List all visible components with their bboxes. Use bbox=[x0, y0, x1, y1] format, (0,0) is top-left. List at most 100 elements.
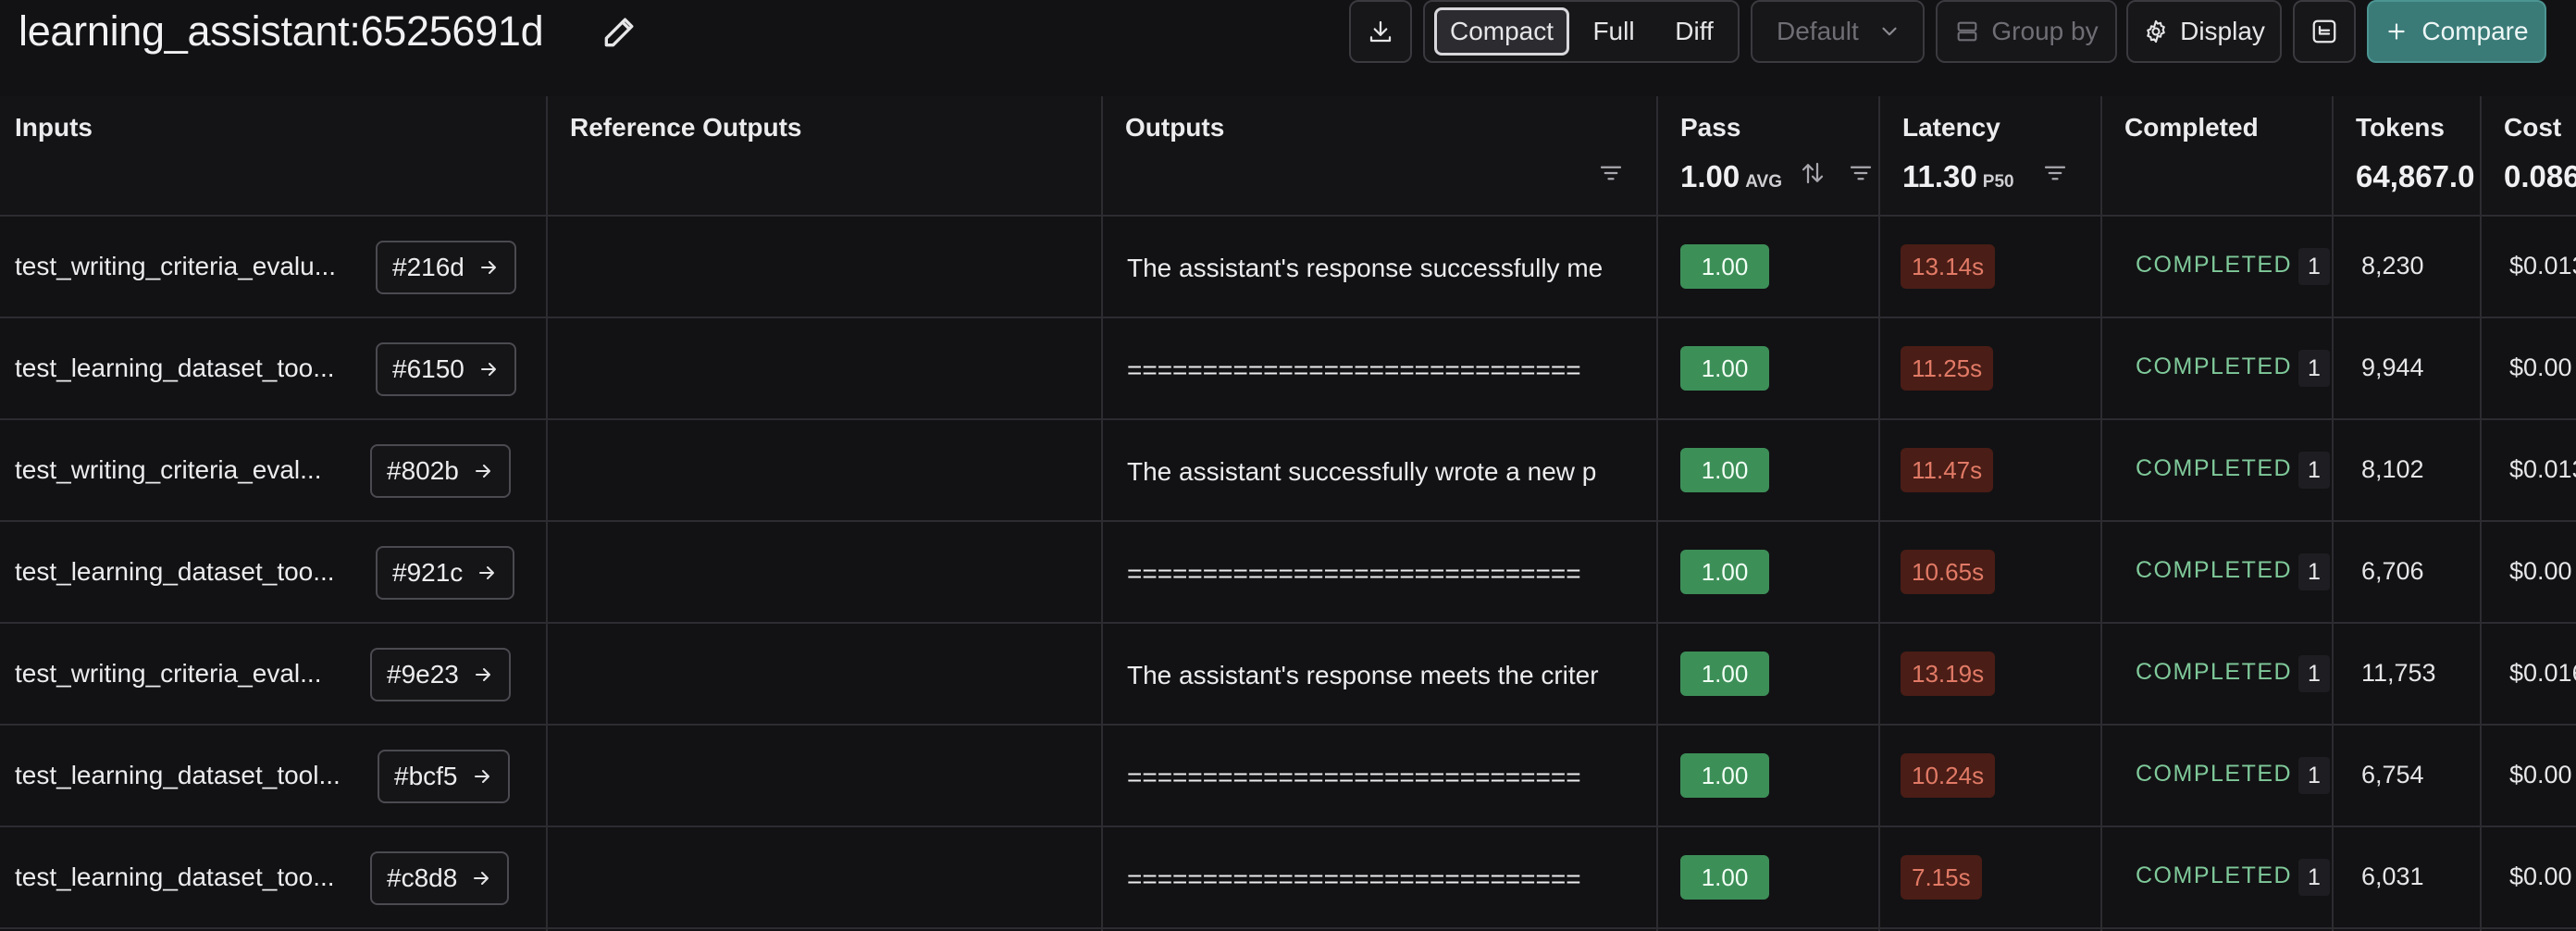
status-count: 1 bbox=[2298, 655, 2330, 692]
table-row[interactable]: test_writing_criteria_evalu... #216d The a… bbox=[0, 217, 2576, 318]
group-by-label: Group by bbox=[1991, 17, 2099, 45]
open-run-button[interactable]: #921c bbox=[376, 546, 515, 600]
status-badge: COMPLETED bbox=[2136, 252, 2293, 278]
tree-view-button[interactable] bbox=[2293, 0, 2356, 63]
latency-badge: 10.65s bbox=[1901, 550, 1996, 594]
sort-icon[interactable] bbox=[1799, 159, 1827, 187]
run-id: #6150 bbox=[392, 354, 464, 383]
input-name: test_learning_dataset_too... bbox=[15, 354, 335, 382]
cost-value: $0.016 bbox=[2509, 659, 2576, 687]
input-name: test_writing_criteria_eval... bbox=[15, 659, 322, 688]
arrow-right-icon bbox=[480, 363, 496, 376]
latency-badge: 13.19s bbox=[1901, 652, 1996, 696]
column-divider[interactable] bbox=[546, 96, 548, 931]
page-title: learning_assistant:6525691d bbox=[19, 7, 544, 55]
download-button[interactable] bbox=[1349, 0, 1412, 63]
column-divider[interactable] bbox=[2100, 96, 2102, 931]
pass-average-unit: AVG bbox=[1745, 172, 1782, 192]
open-run-button[interactable]: #216d bbox=[376, 241, 516, 294]
column-divider[interactable] bbox=[1656, 96, 1658, 931]
input-name: test_learning_dataset_too... bbox=[15, 557, 335, 586]
column-header-outputs[interactable]: Outputs bbox=[1125, 113, 1224, 143]
column-divider[interactable] bbox=[1101, 96, 1103, 931]
table-row[interactable]: test_writing_criteria_eval... #9e23 The as… bbox=[0, 624, 2576, 726]
status-badge: COMPLETED bbox=[2136, 659, 2293, 685]
output-text: ============================== bbox=[1127, 763, 1581, 791]
token-count: 6,754 bbox=[2361, 761, 2424, 788]
latency-badge: 10.24s bbox=[1901, 753, 1996, 798]
default-select[interactable]: Default bbox=[1751, 0, 1925, 63]
column-header-latency[interactable]: Latency bbox=[1902, 113, 2000, 143]
view-mode-full[interactable]: Full bbox=[1577, 7, 1651, 56]
cost-value: $0.00 bbox=[2509, 761, 2572, 788]
pass-score-badge: 1.00 bbox=[1680, 753, 1769, 798]
gear-icon bbox=[2147, 19, 2165, 43]
column-header-tokens[interactable]: Tokens bbox=[2356, 113, 2445, 143]
latency-badge: 7.15s bbox=[1901, 855, 1982, 900]
token-count: 8,102 bbox=[2361, 455, 2424, 483]
toolbar-header: learning_assistant:6525691d Compact Full… bbox=[0, 0, 2576, 96]
rows-icon bbox=[1958, 21, 1977, 42]
output-text: ============================== bbox=[1127, 864, 1581, 893]
filter-icon[interactable] bbox=[2041, 159, 2069, 187]
latency-badge: 11.47s bbox=[1901, 448, 1994, 492]
output-text: The assistant successfully wrote a new p bbox=[1127, 457, 1597, 486]
default-select-label: Default bbox=[1777, 17, 1859, 45]
download-icon bbox=[1369, 20, 1392, 43]
open-run-button[interactable]: #bcf5 bbox=[378, 750, 510, 803]
pass-score-badge: 1.00 bbox=[1680, 346, 1769, 391]
column-divider[interactable] bbox=[2480, 96, 2482, 931]
column-header-reference-outputs[interactable]: Reference Outputs bbox=[570, 113, 802, 143]
table-row[interactable]: test_learning_dataset_tool... #bcf5 ======… bbox=[0, 726, 2576, 827]
status-count: 1 bbox=[2298, 248, 2330, 285]
column-header-cost[interactable]: Cost bbox=[2504, 113, 2561, 143]
run-id: #802b bbox=[387, 456, 459, 485]
view-mode-diff[interactable]: Diff bbox=[1656, 7, 1732, 56]
open-run-button[interactable]: #9e23 bbox=[370, 648, 511, 701]
cost-total: 0.086 bbox=[2504, 159, 2576, 193]
token-count: 6,706 bbox=[2361, 557, 2424, 585]
table-row[interactable]: test_learning_dataset_too... #6150 =======… bbox=[0, 318, 2576, 420]
arrow-right-icon bbox=[479, 566, 495, 579]
arrow-right-icon bbox=[475, 668, 490, 681]
input-name: test_learning_dataset_tool... bbox=[15, 761, 341, 789]
cost-value: $0.013 bbox=[2509, 455, 2576, 483]
pencil-icon[interactable] bbox=[600, 11, 640, 52]
open-run-button[interactable]: #6150 bbox=[376, 342, 516, 396]
column-divider[interactable] bbox=[1878, 96, 1880, 931]
run-id: #921c bbox=[392, 558, 464, 587]
table-row[interactable]: test_learning_dataset_too... #921c =======… bbox=[0, 522, 2576, 624]
open-run-button[interactable]: #c8d8 bbox=[370, 851, 510, 905]
latency-badge: 11.25s bbox=[1901, 346, 1994, 391]
display-button[interactable]: Display bbox=[2126, 0, 2282, 63]
filter-icon[interactable] bbox=[1597, 159, 1625, 187]
cost-value: $0.00 bbox=[2509, 557, 2572, 585]
cost-value: $0.013 bbox=[2509, 252, 2576, 279]
pass-score-badge: 1.00 bbox=[1680, 652, 1769, 696]
compare-label: Compare bbox=[2421, 17, 2529, 45]
filter-icon[interactable] bbox=[1847, 159, 1875, 187]
column-header-pass[interactable]: Pass bbox=[1680, 113, 1740, 143]
chevron-down-icon bbox=[1882, 27, 1897, 36]
compare-button[interactable]: Compare bbox=[2367, 0, 2546, 63]
column-header-completed[interactable]: Completed bbox=[2124, 113, 2259, 143]
token-count: 8,230 bbox=[2361, 252, 2424, 279]
output-text: ============================== bbox=[1127, 559, 1581, 588]
input-name: test_writing_criteria_eval... bbox=[15, 455, 322, 484]
group-by-button[interactable]: Group by bbox=[1936, 0, 2117, 63]
table-row[interactable]: test_learning_dataset_too... #c8d8 =======… bbox=[0, 827, 2576, 929]
output-text: ============================== bbox=[1127, 355, 1581, 384]
tree-icon bbox=[2312, 19, 2336, 43]
view-mode-compact[interactable]: Compact bbox=[1434, 7, 1569, 56]
input-name: test_writing_criteria_evalu... bbox=[15, 252, 337, 280]
output-text: The assistant's response successfully me bbox=[1127, 254, 1604, 282]
status-count: 1 bbox=[2298, 757, 2330, 794]
table-row[interactable]: test_writing_criteria_eval... #802b The as… bbox=[0, 420, 2576, 522]
table-header: Inputs Reference Outputs Outputs Pass 1.… bbox=[0, 96, 2576, 217]
column-divider[interactable] bbox=[2332, 96, 2334, 931]
status-badge: COMPLETED bbox=[2136, 354, 2293, 379]
open-run-button[interactable]: #802b bbox=[370, 444, 511, 498]
view-mode-toggle: Compact Full Diff bbox=[1423, 0, 1740, 63]
arrow-right-icon bbox=[475, 465, 490, 478]
column-header-inputs[interactable]: Inputs bbox=[15, 113, 93, 143]
